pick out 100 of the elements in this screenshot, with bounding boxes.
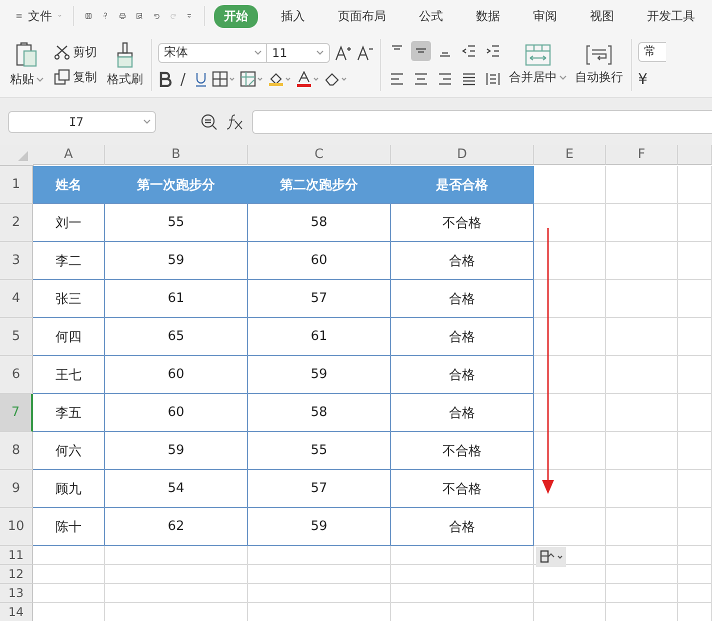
borders-icon[interactable] bbox=[212, 70, 236, 86]
decrease-font-icon[interactable] bbox=[356, 44, 374, 60]
wrap-text-button[interactable]: 自动换行 bbox=[573, 43, 625, 86]
number-format-dropdown[interactable]: 常 bbox=[638, 42, 666, 62]
column-heading: 是否合格 bbox=[436, 176, 488, 194]
grid-cell bbox=[534, 584, 606, 603]
currency-button[interactable]: ¥ bbox=[638, 70, 648, 88]
grid-cell bbox=[606, 394, 678, 432]
font-color-icon[interactable] bbox=[296, 70, 320, 86]
table-cell: 58 bbox=[310, 215, 328, 230]
column-heading: 第一次跑步分 bbox=[137, 176, 215, 194]
row-header[interactable]: 6 bbox=[0, 356, 33, 394]
table-cell-text: 不合格 bbox=[442, 480, 482, 498]
ribbon-tab[interactable]: 页面布局 bbox=[328, 4, 396, 28]
formula-input[interactable] bbox=[252, 110, 712, 134]
row-header[interactable]: 11 bbox=[0, 546, 33, 565]
grid-cell bbox=[678, 280, 712, 318]
function-icon[interactable] bbox=[226, 112, 244, 130]
increase-font-icon[interactable] bbox=[334, 44, 352, 60]
row-header[interactable]: 4 bbox=[0, 280, 33, 318]
grid-cell bbox=[678, 508, 712, 546]
font-name-dropdown[interactable]: 宋体 bbox=[158, 42, 268, 62]
column-header[interactable]: F bbox=[606, 145, 678, 165]
file-menu[interactable]: 文件 bbox=[28, 8, 52, 24]
grid-cell bbox=[678, 565, 712, 584]
table-cell: 55 bbox=[310, 443, 328, 458]
grid-cell bbox=[534, 432, 606, 470]
table-cell: 60 bbox=[310, 253, 328, 268]
grid-cell bbox=[606, 242, 678, 280]
eraser-icon[interactable] bbox=[324, 70, 348, 86]
column-header[interactable]: C bbox=[248, 145, 391, 165]
ribbon-tab[interactable]: 开发工具 bbox=[637, 4, 705, 28]
ribbon-tab[interactable]: 公式 bbox=[409, 4, 453, 28]
row-header[interactable]: 12 bbox=[0, 565, 33, 584]
grid-cell bbox=[534, 280, 606, 318]
name-box[interactable]: I7 bbox=[8, 110, 156, 132]
grid-cell bbox=[606, 204, 678, 242]
table-cell-text: 合格 bbox=[449, 404, 475, 422]
grid-cell bbox=[606, 318, 678, 356]
table-cell-text: 合格 bbox=[449, 252, 475, 270]
row-header[interactable]: 13 bbox=[0, 584, 33, 603]
copy-button[interactable]: 复制 bbox=[54, 68, 97, 86]
column-header[interactable]: D bbox=[391, 145, 534, 165]
table-cell: 58 bbox=[310, 405, 328, 420]
table-cell: 65 bbox=[168, 329, 184, 344]
caret-icon bbox=[254, 50, 262, 56]
column-header[interactable]: B bbox=[105, 145, 248, 165]
table-cell: 54 bbox=[168, 481, 184, 496]
row-header[interactable]: 5 bbox=[0, 318, 33, 356]
grid-cell bbox=[678, 204, 712, 242]
caret-icon bbox=[36, 76, 44, 82]
format-painter-button[interactable]: 格式刷 bbox=[105, 41, 145, 88]
grid-cell bbox=[606, 280, 678, 318]
table-cell: 59 bbox=[310, 519, 328, 534]
table-cell-text: 王七 bbox=[56, 366, 82, 384]
row-header[interactable]: 3 bbox=[0, 242, 33, 280]
row-header[interactable]: 10 bbox=[0, 508, 33, 546]
ribbon-tab[interactable]: 插入 bbox=[271, 4, 315, 28]
grid-cell bbox=[534, 318, 606, 356]
column-heading: 第二次跑步分 bbox=[280, 176, 358, 194]
grid-cell bbox=[534, 204, 606, 242]
cut-button[interactable]: 剪切 bbox=[54, 44, 97, 60]
table-cell: 61 bbox=[168, 291, 184, 306]
table-cell-text: 合格 bbox=[449, 290, 475, 308]
row-header[interactable]: 14 bbox=[0, 603, 33, 621]
grid-cell bbox=[606, 356, 678, 394]
clipboard-icon bbox=[15, 41, 39, 69]
grid-cell bbox=[606, 166, 678, 204]
merge-cells-icon bbox=[525, 43, 551, 67]
caret-icon bbox=[559, 74, 567, 80]
bold-icon[interactable] bbox=[158, 70, 172, 86]
row-header[interactable]: 8 bbox=[0, 432, 33, 470]
underline-icon[interactable] bbox=[194, 70, 208, 86]
row-header[interactable]: 2 bbox=[0, 204, 33, 242]
ribbon-tab[interactable]: 视图 bbox=[580, 4, 624, 28]
ribbon-tab[interactable]: 数据 bbox=[466, 4, 510, 28]
paste-button[interactable]: 粘贴 bbox=[8, 41, 46, 88]
zoom-icon[interactable] bbox=[200, 112, 218, 130]
table-cell: 62 bbox=[168, 519, 184, 534]
grid-cell bbox=[534, 166, 606, 204]
merge-center-button[interactable]: 合并居中 bbox=[507, 43, 569, 86]
row-header[interactable]: 9 bbox=[0, 470, 33, 508]
grid-cell bbox=[606, 584, 678, 603]
paste-options-icon[interactable] bbox=[536, 547, 566, 567]
table-cell: 60 bbox=[168, 405, 184, 420]
align-middle-icon[interactable] bbox=[411, 40, 431, 60]
column-header[interactable]: E bbox=[534, 145, 606, 165]
grid-cell bbox=[33, 546, 105, 565]
grid-cell bbox=[678, 318, 712, 356]
column-header[interactable]: A bbox=[33, 145, 105, 165]
table-cell-text: 刘一 bbox=[56, 214, 82, 232]
font-size-dropdown[interactable]: 11 bbox=[266, 42, 330, 62]
grid-cell bbox=[606, 565, 678, 584]
table-cell-text: 李二 bbox=[56, 252, 82, 270]
table-cell: 57 bbox=[310, 481, 328, 496]
row-header[interactable]: 1 bbox=[0, 166, 33, 204]
ribbon-tab[interactable]: 审阅 bbox=[523, 4, 567, 28]
fill-color-icon[interactable] bbox=[268, 70, 292, 86]
column-heading: 姓名 bbox=[56, 176, 82, 194]
fill-style-icon[interactable] bbox=[240, 70, 264, 86]
